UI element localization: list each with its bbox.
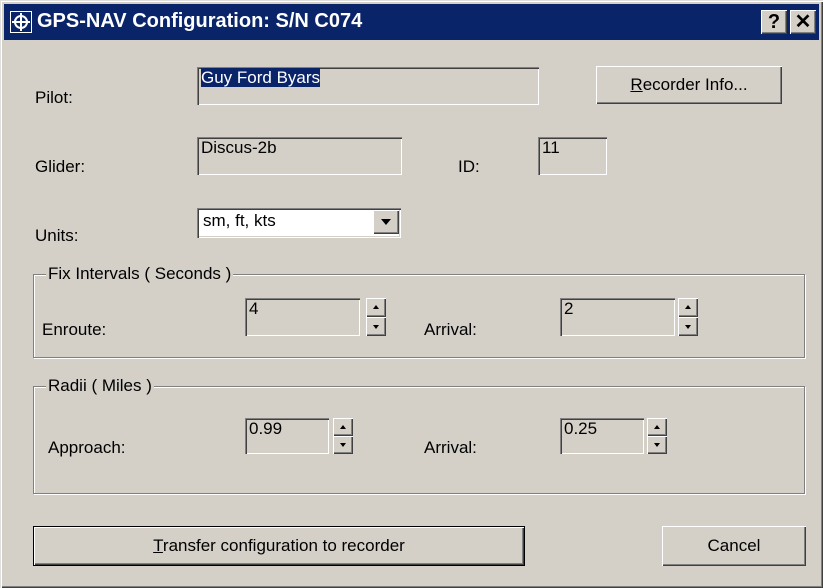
enroute-label: Enroute:: [42, 320, 107, 339]
recorder-info-label: ecorder Info...: [642, 75, 748, 94]
arrival-radius-label: Arrival:: [424, 438, 477, 457]
arrival-radius-spinner[interactable]: [647, 418, 667, 454]
units-label: Units:: [35, 226, 79, 245]
arrival-radius-value: 0.25: [564, 419, 598, 438]
enroute-value: 4: [249, 299, 259, 318]
id-label: ID:: [458, 157, 480, 176]
arrival-interval-value: 2: [564, 299, 574, 318]
recorder-info-accel: R: [630, 75, 643, 94]
id-value: 11: [542, 138, 560, 157]
glider-value: Discus-2b: [201, 138, 277, 157]
arrow-down-icon: [340, 443, 346, 447]
arrival-interval-spinner[interactable]: [678, 298, 698, 336]
fix-intervals-title: Fix Intervals ( Seconds ): [46, 264, 234, 284]
enroute-down-button[interactable]: [366, 317, 386, 336]
arrival-interval-down-button[interactable]: [678, 317, 698, 336]
pilot-field[interactable]: Guy Ford Byars: [197, 67, 539, 105]
approach-field[interactable]: 0.99: [245, 418, 329, 454]
arrival-radius-up-button[interactable]: [647, 418, 667, 436]
arrival-interval-up-button[interactable]: [678, 298, 698, 317]
arrival-interval-label: Arrival:: [424, 320, 477, 339]
close-button[interactable]: ✕: [790, 10, 816, 34]
approach-up-button[interactable]: [333, 418, 353, 436]
transfer-accel: T: [153, 536, 163, 555]
gps-app-icon: [10, 11, 32, 33]
pilot-value: Guy Ford Byars: [201, 68, 321, 87]
arrow-up-icon: [685, 305, 691, 309]
window-title: GPS-NAV Configuration: S/N C074: [37, 10, 363, 32]
help-button[interactable]: ?: [761, 10, 787, 34]
arrow-up-icon: [373, 305, 379, 309]
approach-down-button[interactable]: [333, 436, 353, 454]
units-selected: sm, ft, kts: [203, 211, 276, 230]
arrow-down-icon: [654, 443, 660, 447]
arrival-interval-field[interactable]: 2: [560, 298, 675, 336]
arrival-radius-down-button[interactable]: [647, 436, 667, 454]
transfer-label: ransfer configuration to recorder: [162, 536, 405, 555]
arrival-radius-field[interactable]: 0.25: [560, 418, 644, 454]
transfer-configuration-button[interactable]: Transfer configuration to recorder: [33, 526, 525, 566]
recorder-info-button[interactable]: Recorder Info...: [596, 66, 782, 104]
config-dialog: GPS-NAV Configuration: S/N C074 ? ✕ Pilo…: [0, 0, 823, 588]
enroute-up-button[interactable]: [366, 298, 386, 317]
glider-label: Glider:: [35, 157, 86, 176]
chevron-down-icon: [381, 219, 391, 225]
pilot-label: Pilot:: [35, 88, 73, 107]
glider-field[interactable]: Discus-2b: [197, 137, 402, 175]
cancel-button[interactable]: Cancel: [662, 526, 806, 566]
enroute-spinner[interactable]: [366, 298, 386, 336]
title-bar[interactable]: GPS-NAV Configuration: S/N C074 ? ✕: [4, 4, 819, 40]
arrow-up-icon: [340, 425, 346, 429]
radii-title: Radii ( Miles ): [46, 376, 154, 396]
approach-spinner[interactable]: [333, 418, 353, 454]
units-dropdown[interactable]: sm, ft, kts: [197, 208, 401, 238]
id-field[interactable]: 11: [538, 137, 607, 175]
arrow-up-icon: [654, 425, 660, 429]
approach-label: Approach:: [48, 438, 126, 457]
radii-group: [33, 386, 805, 494]
arrow-down-icon: [373, 325, 379, 329]
enroute-field[interactable]: 4: [245, 298, 360, 336]
approach-value: 0.99: [249, 419, 283, 438]
units-dropdown-button[interactable]: [373, 210, 399, 234]
arrow-down-icon: [685, 325, 691, 329]
